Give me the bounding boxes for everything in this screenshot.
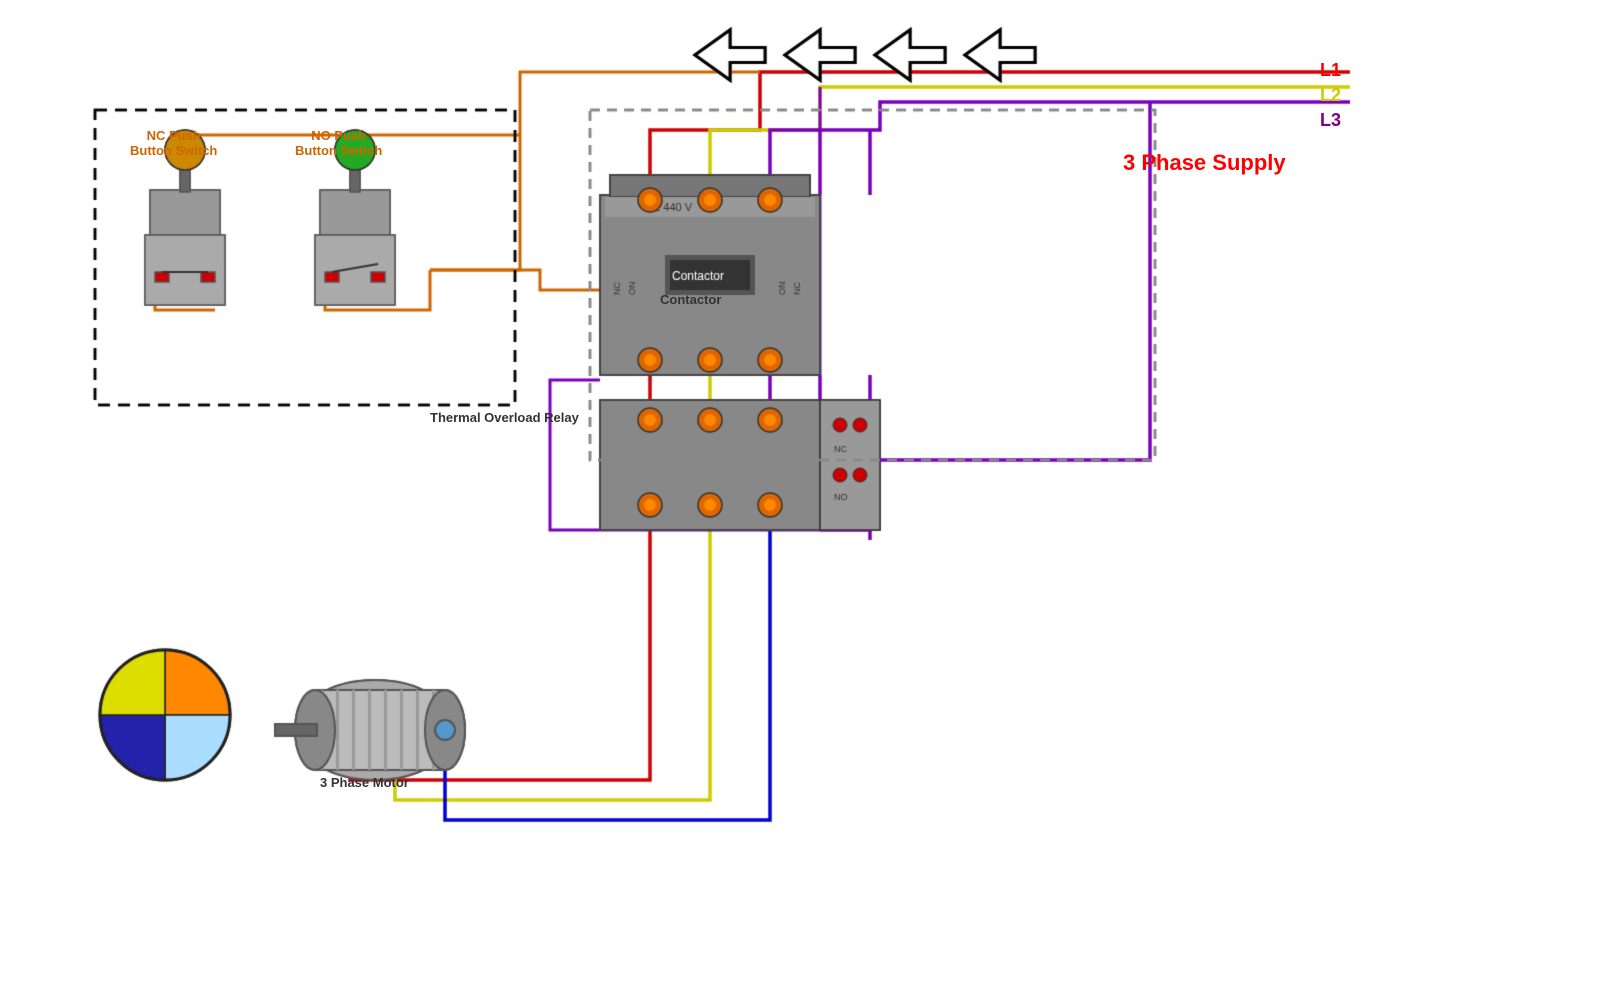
no-push-button-label: NO PushButton Switch (295, 128, 382, 158)
L2-label: L2 (1320, 85, 1341, 106)
motor-label: 3 Phase Motor (320, 775, 409, 790)
three-phase-supply-label: 3 Phase Supply (1123, 150, 1286, 176)
nc-push-button-label: NC PushButton Switch (130, 128, 217, 158)
L3-label: L3 (1320, 110, 1341, 131)
contactor-label: Contactor (660, 292, 721, 307)
thermal-overload-label: Thermal Overload Relay (430, 410, 579, 425)
L1-label: L1 (1320, 60, 1341, 81)
